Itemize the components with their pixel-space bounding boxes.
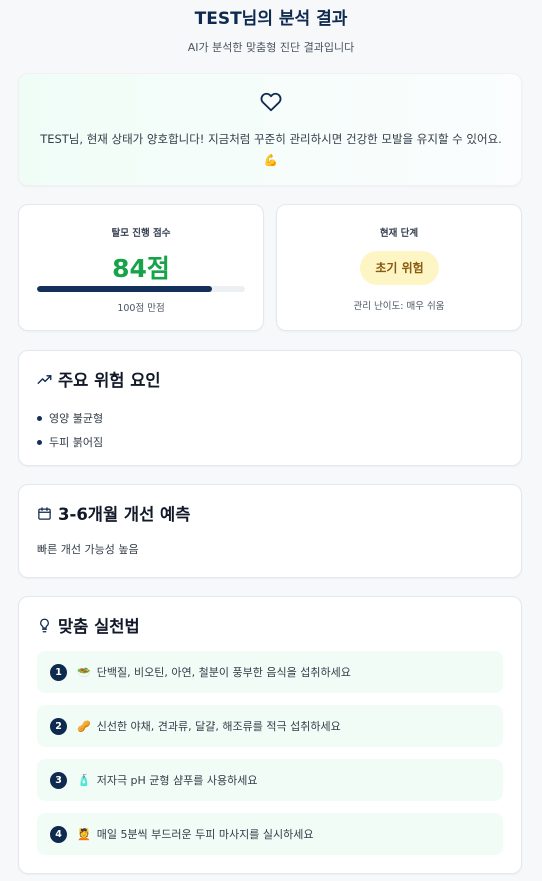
salad-icon: 🥗 xyxy=(77,665,91,679)
score-value: 84점 xyxy=(112,254,170,283)
hair-loss-score-card: 탈모 진행 점수 84점 100점 만점 xyxy=(18,204,264,331)
risk-factor-list: 영양 불균형 두피 붉어짐 xyxy=(37,406,103,454)
bullet-icon xyxy=(37,439,42,445)
score-max-label: 100점 만점 xyxy=(117,303,165,314)
tips-header: 맞춤 실천법 xyxy=(37,614,140,636)
risk-factors-header: 주요 위험 요인 xyxy=(37,368,161,390)
tip-text: 매일 5분씩 부드러운 두피 마사지를 실시하세요 xyxy=(96,828,314,841)
tip-item-4: 4 💆 매일 5분씩 부드러운 두피 마사지를 실시하세요 xyxy=(37,813,503,855)
custom-tips-card: 맞춤 실천법 1 🥗 단백질, 비오틴, 아연, 철분이 풍부한 음식을 섭취하… xyxy=(18,596,522,874)
page-title: TEST님의 분석 결과 xyxy=(194,9,348,29)
tip-text: 단백질, 비오틴, 아연, 철분이 풍부한 음식을 섭취하세요 xyxy=(96,666,351,679)
tip-item-2: 2 🥜 신선한 야채, 견과류, 달걀, 해조류를 적극 섭취하세요 xyxy=(37,705,503,747)
prediction-text: 빠른 개선 가능성 높음 xyxy=(37,543,139,556)
tip-number-badge: 4 xyxy=(50,825,67,843)
heart-icon xyxy=(260,92,282,112)
score-label: 탈모 진행 점수 xyxy=(111,228,171,239)
risk-factor-text: 두피 붉어짐 xyxy=(49,436,104,449)
prediction-title: 3-6개월 개선 예측 xyxy=(58,505,191,524)
lightbulb-icon xyxy=(40,618,49,632)
list-item: 두피 붉어짐 xyxy=(37,430,103,454)
bullet-icon xyxy=(37,415,42,421)
score-progress-bar xyxy=(37,286,245,292)
page-subtitle: AI가 분석한 맞춤형 진단 결과입니다 xyxy=(187,41,355,54)
current-stage-card: 현재 단계 초기 위험 관리 난이도: 매우 쉬움 xyxy=(276,204,522,331)
risk-factor-text: 영양 불균형 xyxy=(49,412,104,425)
status-message-card: TEST님, 현재 상태가 양호합니다! 지금처럼 꾸준히 관리하시면 건강한 … xyxy=(18,73,522,186)
tip-number-badge: 1 xyxy=(50,663,67,681)
stage-badge: 초기 위험 xyxy=(360,251,439,285)
status-message: TEST님, 현재 상태가 양호합니다! 지금처럼 꾸준히 관리하시면 건강한 … xyxy=(40,132,502,167)
massage-icon: 💆 xyxy=(77,827,91,841)
prediction-header: 3-6개월 개선 예측 xyxy=(37,502,190,524)
risk-factors-card: 주요 위험 요인 영양 불균형 두피 붉어짐 xyxy=(18,350,522,466)
stage-label: 현재 단계 xyxy=(379,228,419,239)
calendar-icon xyxy=(38,506,51,520)
tip-item-1: 1 🥗 단백질, 비오틴, 아연, 철분이 풍부한 음식을 섭취하세요 xyxy=(37,651,503,693)
improvement-prediction-card: 3-6개월 개선 예측 빠른 개선 가능성 높음 xyxy=(18,484,522,578)
peanut-icon: 🥜 xyxy=(77,719,91,733)
tip-text: 신선한 야채, 견과류, 달걀, 해조류를 적극 섭취하세요 xyxy=(96,720,341,733)
tips-title: 맞춤 실천법 xyxy=(58,617,140,636)
tip-item-3: 3 🧴 저자극 pH 균형 샴푸를 사용하세요 xyxy=(37,759,503,801)
list-item: 영양 불균형 xyxy=(37,406,103,430)
tip-number-badge: 2 xyxy=(50,717,67,735)
tip-number-badge: 3 xyxy=(50,771,67,789)
lotion-bottle-icon: 🧴 xyxy=(77,773,91,787)
stage-difficulty: 관리 난이도: 매우 쉬움 xyxy=(353,301,445,312)
score-progress-fill xyxy=(37,286,212,292)
trending-up-icon xyxy=(37,374,52,384)
tip-text: 저자극 pH 균형 샴푸를 사용하세요 xyxy=(96,774,258,787)
risk-factors-title: 주요 위험 요인 xyxy=(58,371,161,390)
